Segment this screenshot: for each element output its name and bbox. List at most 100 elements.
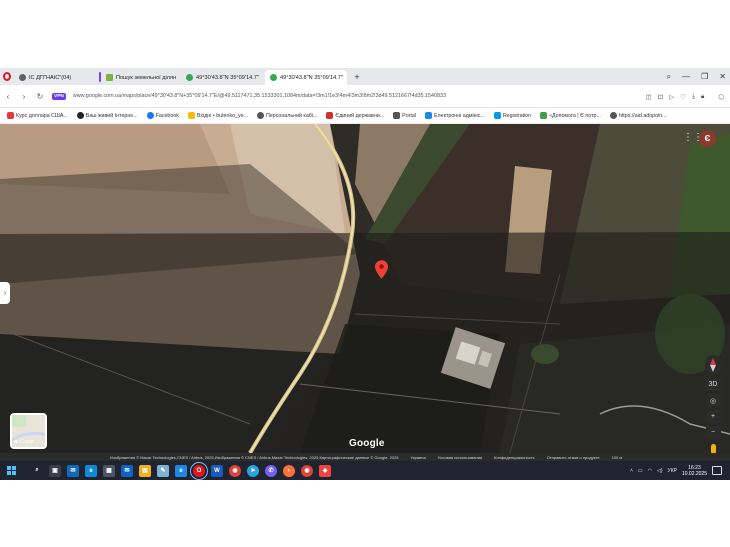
globe-icon [19,74,26,81]
windows-taskbar: ⌕ ▣ ✉ e ▦ ✉ ▤ ✎ e O W ◉ ➤ ✆ ◐ ◉ ◆ ˄ ▭ ◠ ◁) УКР 16:23 10.… [0,461,730,480]
desktop-screen: IC ДП"НАІС"(04) Пошук земельної ділян 49… [0,0,730,547]
zoom-out-button[interactable]: − [705,426,721,439]
notifications-icon[interactable] [712,466,722,475]
bookmark-item[interactable]: Ваш живий Інтерне... [76,112,138,119]
tab-3-active[interactable]: 49°30'43.8"N 35°09'14.7" ✕ [265,70,347,85]
layers-label-wrap: ◈ Слои [14,439,34,445]
bookmark-item[interactable]: Facebook [146,112,179,119]
heart-icon[interactable]: ♡ [680,93,686,101]
vpn-badge[interactable]: VPN [52,92,66,100]
bookmark-item[interactable]: «Допомога | Є потр... [540,112,601,119]
bookmark-favicon-icon [609,112,617,119]
tab-2[interactable]: 49°30'43.8"N 35°09'14.7" [181,70,265,85]
screenshot-icon[interactable]: ⊡ [658,93,663,101]
taskbar-firefox-icon[interactable]: ◐ [283,464,295,477]
camera-icon[interactable]: ◫ [646,93,652,101]
search-icon[interactable]: ⌕ [667,72,671,82]
taskbar-edge-icon[interactable]: e [85,464,97,477]
satellite-imagery [0,124,730,453]
account-avatar[interactable]: Є [699,130,716,147]
restore-icon[interactable]: ❐ [701,72,708,81]
bookmark-item[interactable]: https://aid.adopoin... [609,112,667,119]
terms-link[interactable]: Условия использования [438,455,482,460]
forward-icon[interactable]: › [16,92,32,101]
tab-bar: IC ДП"НАІС"(04) Пошук земельної ділян 49… [0,68,730,85]
shield-icon [540,112,548,119]
tab-0[interactable]: IC ДП"НАІС"(04) [14,70,99,85]
location-pin-icon[interactable] [375,260,388,279]
google-logo: Google [349,438,385,449]
bookmark-item[interactable]: Вхідні • butenko_ye... [187,112,248,119]
my-location-icon[interactable]: ◎ [705,394,721,407]
taskbar-outlook-icon[interactable]: ✉ [121,464,133,477]
taskbar-word-icon[interactable]: W [211,464,223,477]
opera-menu-icon[interactable] [0,68,14,85]
taskbar-chrome-icon[interactable]: ◉ [229,464,241,477]
clock[interactable]: 16:23 10.02.2025 [682,465,707,477]
bookmark-favicon-icon [493,112,501,119]
new-tab-button[interactable]: + [351,72,363,82]
tab-title: 49°30'43.8"N 35°09'14.7" [280,74,343,81]
bookmark-favicon-icon [326,112,334,119]
bookmark-favicon-icon [425,112,433,119]
taskbar-anydesk-icon[interactable]: ◆ [319,464,331,477]
taskbar-search-icon[interactable]: ⌕ [31,464,43,477]
bookmark-favicon-icon [7,112,14,119]
taskbar-mail-icon[interactable]: ✉ [67,464,79,477]
taskbar-explorer-icon[interactable]: ▤ [139,464,151,477]
play-icon[interactable]: ▷ [669,93,674,101]
scale-label[interactable]: 100 м [612,455,623,460]
feedback-link[interactable]: Отправить отзыв о продукте [547,455,600,460]
taskbar-apps: ⌕ ▣ ✉ e ▦ ✉ ▤ ✎ e O W ◉ ➤ ✆ ◐ ◉ ◆ [31,461,331,480]
back-icon[interactable]: ‹ [0,92,16,101]
taskbar-task-view-icon[interactable]: ▣ [49,464,61,477]
chevron-up-icon[interactable]: ˄ [630,468,633,474]
reload-icon[interactable]: ↻ [32,92,48,101]
bookmark-item[interactable]: Єдиний державни... [326,112,384,119]
download-icon[interactable]: ⤓ [692,93,695,101]
taskbar-telegram-icon[interactable]: ➤ [247,464,259,477]
taskbar-opera-icon[interactable]: O [190,461,208,480]
bookmark-item[interactable]: Електронні адмініс... [425,112,485,119]
taskbar-ie-icon[interactable]: e [175,464,187,477]
lock-icon[interactable]: 🔒︎ [701,93,704,101]
browser-window: IC ДП"НАІС"(04) Пошук земельної ділян 49… [0,68,730,480]
satellite-map[interactable]: ⋮⋮⋮ Є › ◈ Слои Google 3D ◎ + − [0,124,730,453]
maps-pin-icon [270,74,277,81]
mail-icon [187,112,195,119]
tilt-3d-button[interactable]: 3D [705,378,721,391]
bookmark-favicon-icon [76,112,84,119]
network-icon[interactable]: ◠ [648,468,652,474]
bookmark-favicon-icon [257,112,264,119]
address-input[interactable]: www.google.com.ua/maps/place/49°30'43.8"… [73,93,593,99]
layers-label: Слои [20,439,34,445]
bookmark-item[interactable]: Персональний кабі... [257,112,317,119]
layers-button[interactable]: ◈ Слои [10,413,47,449]
tab-title: Пошук земельної ділян [116,74,177,81]
zoom-in-button[interactable]: + [705,410,721,423]
compass-icon[interactable] [705,355,721,375]
tab-1[interactable]: Пошук земельної ділян [101,70,181,85]
clock-date: 10.02.2025 [681,470,707,477]
extensions-icon[interactable]: ⬡ [718,93,724,101]
minimize-icon[interactable]: — [682,72,690,81]
taskbar-notepad-icon[interactable]: ✎ [157,464,169,477]
volume-icon[interactable]: ◁) [657,468,663,474]
country-label[interactable]: Украина [410,455,425,460]
bookmark-item[interactable]: Registration [493,112,531,119]
taskbar-calculator-icon[interactable]: ▦ [103,464,115,477]
bookmark-item[interactable]: Курс доллара США... [7,112,68,119]
side-panel-toggle[interactable]: › [0,282,10,304]
map-icon [106,74,113,81]
bookmark-item[interactable]: Portal [393,112,416,119]
windows-start-icon[interactable] [3,461,19,480]
taskbar-viber-icon[interactable]: ✆ [265,464,277,477]
close-icon[interactable]: ✕ [719,72,726,81]
taskbar-chrome-2-icon[interactable]: ◉ [301,464,313,477]
privacy-link[interactable]: Конфиденциальность [494,455,535,460]
language-indicator[interactable]: УКР [668,468,677,474]
battery-icon[interactable]: ▭ [638,468,643,474]
navigation-bar: ‹ › ↻ VPN www.google.com.ua/maps/place/4… [0,85,730,108]
pegman-icon[interactable] [706,442,721,453]
address-bar-actions: ◫ ⊡ ▷ ♡ ⤓ 🔒︎ ⬡ [646,85,724,108]
